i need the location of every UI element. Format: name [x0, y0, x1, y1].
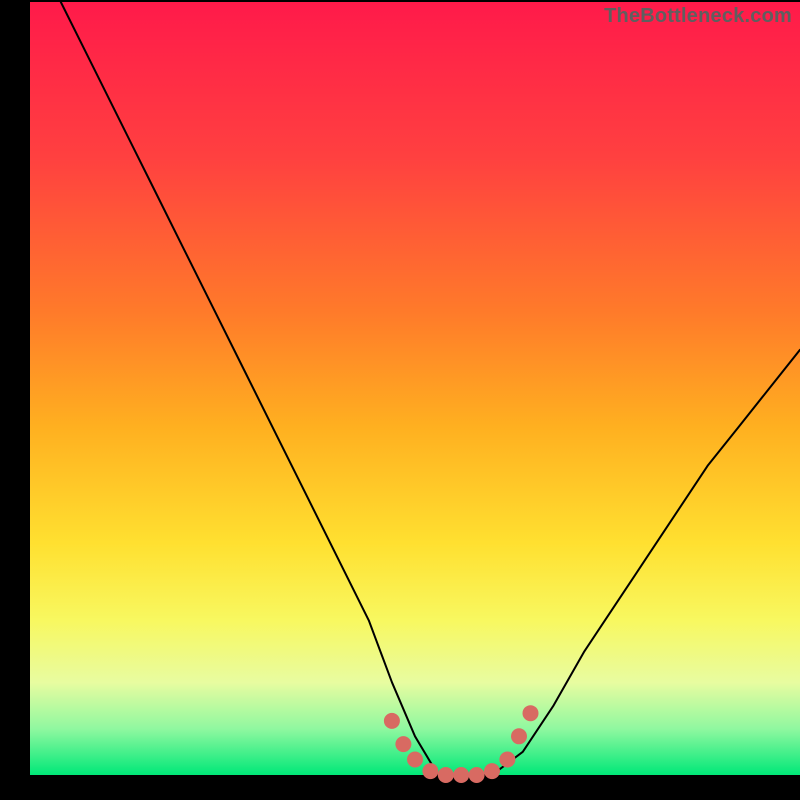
plot-background: [30, 2, 800, 775]
optimal-marker: [384, 713, 400, 729]
optimal-marker: [523, 705, 539, 721]
optimal-marker: [407, 752, 423, 768]
optimal-marker: [453, 767, 469, 783]
optimal-marker: [511, 728, 527, 744]
optimal-marker: [422, 763, 438, 779]
chart-stage: TheBottleneck.com: [0, 0, 800, 800]
optimal-marker: [438, 767, 454, 783]
optimal-marker: [499, 752, 515, 768]
optimal-marker: [469, 767, 485, 783]
chart-svg: [0, 0, 800, 800]
optimal-marker: [484, 763, 500, 779]
optimal-marker: [395, 736, 411, 752]
